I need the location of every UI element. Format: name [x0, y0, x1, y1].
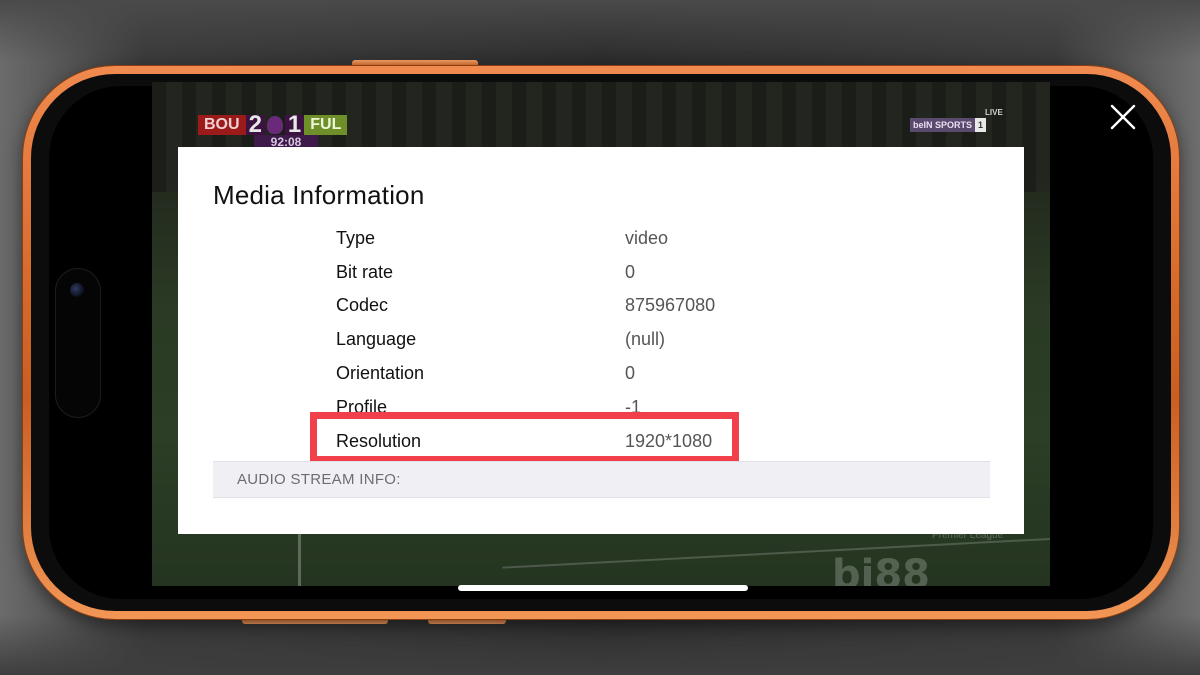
info-label: Profile — [336, 397, 388, 417]
info-row-resolution: Resolution 1920*1080 — [178, 426, 1024, 456]
scoreboard: BOU 2 1 FUL — [198, 113, 348, 137]
info-row-codec: Codec 875967080 — [178, 290, 1024, 320]
info-value: 875967080 — [625, 295, 716, 315]
info-label: Type — [336, 228, 376, 248]
info-row-orientation: Orientation 0 — [178, 358, 1024, 388]
audio-stream-section-header: AUDIO STREAM INFO: — [213, 461, 990, 498]
broadcaster-channel: 1 — [975, 118, 987, 132]
broadcaster-logo: beIN SPORTS 1 — [910, 118, 987, 132]
media-info-dialog: Media Information Type video Bit rate 0 … — [178, 147, 1024, 534]
info-value: (null) — [625, 329, 666, 349]
away-score: 1 — [284, 113, 305, 137]
background-bottom-shade — [0, 615, 1200, 675]
section-header-label: AUDIO STREAM INFO: — [237, 471, 401, 488]
home-team: BOU — [198, 115, 246, 135]
premier-league-lion-icon — [266, 116, 283, 134]
info-value: 0 — [625, 363, 636, 383]
close-icon[interactable] — [1108, 102, 1138, 132]
home-indicator[interactable] — [458, 585, 748, 591]
camera-icon — [70, 283, 84, 297]
dynamic-island — [55, 268, 101, 418]
ad-text: bi88 — [832, 552, 931, 586]
info-row-language: Language (null) — [178, 324, 1024, 354]
info-row-profile: Profile -1 — [178, 392, 1024, 422]
info-row-type: Type video — [178, 223, 1024, 253]
info-label: Language — [336, 329, 417, 349]
background-top-shade — [0, 0, 1200, 60]
info-value: 0 — [625, 262, 636, 282]
away-team: FUL — [304, 115, 348, 135]
dialog-title: Media Information — [213, 180, 425, 210]
home-score: 2 — [245, 113, 265, 137]
info-label: Orientation — [336, 363, 425, 383]
pitch-line — [502, 537, 1050, 569]
info-row-bit-rate: Bit rate 0 — [178, 257, 1024, 287]
background: Premier League bi88 BOU 2 1 FUL 92:08 LI… — [0, 0, 1200, 675]
info-label: Bit rate — [336, 262, 394, 282]
info-label: Codec — [336, 295, 389, 315]
live-badge: LIVE — [985, 108, 1003, 117]
info-value: 1920*1080 — [625, 431, 713, 451]
info-value: -1 — [625, 397, 642, 417]
info-value: video — [625, 228, 669, 248]
broadcaster-name: beIN SPORTS — [910, 118, 976, 132]
info-label: Resolution — [336, 431, 422, 451]
